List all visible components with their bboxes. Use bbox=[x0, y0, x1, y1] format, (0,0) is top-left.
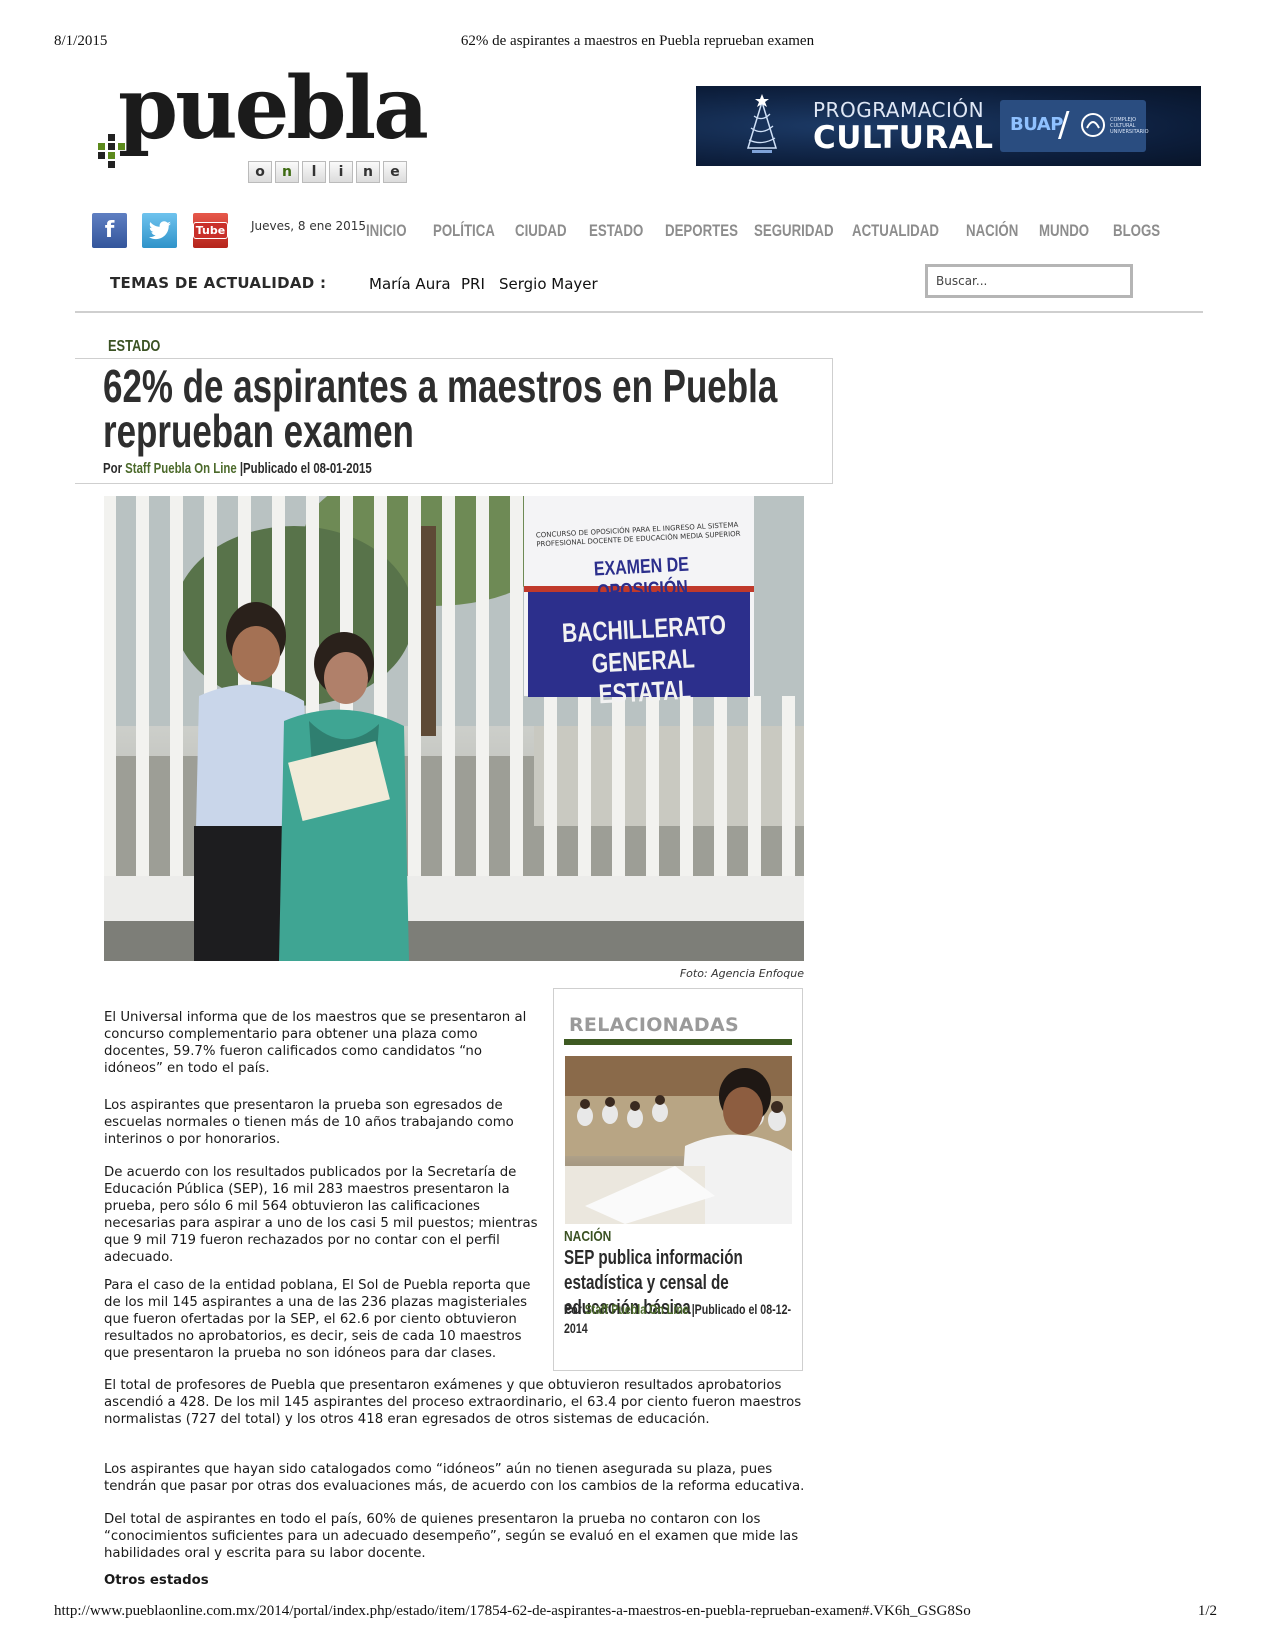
article-subheading: Otros estados bbox=[104, 1573, 209, 1588]
nav-item-politica[interactable]: POLÍTICA bbox=[433, 221, 495, 241]
article-paragraph: Del total de aspirantes en todo el país,… bbox=[104, 1512, 799, 1561]
article-byline: Por Staff Puebla On Line |Publicado el 0… bbox=[103, 460, 372, 477]
nav-item-inicio[interactable]: INICIO bbox=[366, 221, 407, 241]
print-url: http://www.pueblaonline.com.mx/2014/port… bbox=[54, 1603, 971, 1619]
related-author[interactable]: Staff Puebla On Line bbox=[585, 1301, 689, 1317]
logo-online-tabs: o n l i n e bbox=[248, 161, 407, 183]
related-divider bbox=[564, 1039, 792, 1045]
buap-slash: / bbox=[1058, 105, 1070, 145]
tema-link[interactable]: María Aura bbox=[369, 275, 451, 293]
logo-letter: i bbox=[329, 161, 353, 183]
logo-letter: n bbox=[356, 161, 380, 183]
nav-item-mundo[interactable]: MUNDO bbox=[1039, 221, 1089, 241]
buap-small-text: COMPLEJO CULTURAL UNIVERSITARIO bbox=[1110, 117, 1149, 135]
banner-line-1: PROGRAMACIÓN bbox=[813, 98, 985, 122]
print-title: 62% de aspirantes a maestros en Puebla r… bbox=[460, 33, 815, 49]
print-page-number: 1/2 bbox=[1197, 1603, 1217, 1619]
nav-item-nacion[interactable]: NACIÓN bbox=[966, 221, 1018, 241]
article-title: 62% de aspirantes a maestros en Puebla r… bbox=[103, 360, 778, 457]
nav-item-blogs[interactable]: BLOGS bbox=[1113, 221, 1160, 241]
related-byline: Por Staff Puebla On Line |Publicado el 0… bbox=[564, 1300, 792, 1338]
logo-letter: o bbox=[248, 161, 272, 183]
search-input[interactable]: Buscar... bbox=[925, 264, 1133, 298]
article-paragraph: Los aspirantes que presentaron la prueba… bbox=[104, 1098, 514, 1147]
related-byline-prefix: Por bbox=[564, 1301, 585, 1317]
tema-link[interactable]: PRI bbox=[461, 275, 485, 293]
article-paragraph: Los aspirantes que hayan sido catalogado… bbox=[104, 1462, 805, 1494]
related-photo-scene bbox=[565, 1056, 792, 1224]
byline-date: |Publicado el 08-01-2015 bbox=[239, 460, 372, 477]
photo-caption: Foto: Agencia Enfoque bbox=[679, 967, 804, 980]
banner-line-2: CULTURAL bbox=[813, 120, 994, 156]
tema-link[interactable]: Sergio Mayer bbox=[499, 275, 598, 293]
header-divider bbox=[75, 311, 1203, 313]
banner-ad[interactable]: PROGRAMACIÓN CULTURAL BUAP / COMPLEJO CU… bbox=[696, 86, 1201, 166]
article-section[interactable]: ESTADO bbox=[108, 338, 160, 356]
buap-text: BUAP bbox=[1010, 114, 1063, 135]
nav-item-actualidad[interactable]: ACTUALIDAD bbox=[852, 221, 939, 241]
sign-title: EXAMEN DE OPOSICIÓN bbox=[593, 553, 690, 604]
byline-author[interactable]: Staff Puebla On Line bbox=[125, 460, 236, 477]
sign-banner-line-2: GENERAL ESTATAL bbox=[590, 643, 696, 710]
related-box: RELACIONADAS NACIÓN SEP publica informac… bbox=[553, 988, 803, 1371]
related-title: RELACIONADAS bbox=[569, 1014, 739, 1036]
nav-item-deportes[interactable]: DEPORTES bbox=[665, 221, 738, 241]
related-section[interactable]: NACIÓN bbox=[564, 1228, 611, 1245]
nav-item-estado[interactable]: ESTADO bbox=[589, 221, 643, 241]
site-logo[interactable]: puebla o n l i n e bbox=[98, 66, 438, 192]
article-paragraph: El total de profesores de Puebla que pre… bbox=[104, 1378, 802, 1427]
christmas-tree-icon bbox=[746, 94, 778, 153]
buap-logo: BUAP / COMPLEJO CULTURAL UNIVERSITARIO bbox=[1000, 100, 1149, 152]
logo-letter: n bbox=[275, 161, 299, 183]
article-paragraph: De acuerdo con los resultados publicados… bbox=[104, 1165, 538, 1265]
logo-letter: e bbox=[383, 161, 407, 183]
article-photo: CONCURSO DE OPOSICIÓN PARA EL INGRESO AL… bbox=[104, 496, 804, 961]
article-paragraph: El Universal informa que de los maestros… bbox=[104, 1010, 527, 1076]
byline-prefix: Por bbox=[103, 460, 126, 477]
nav-item-seguridad[interactable]: SEGURIDAD bbox=[754, 221, 834, 241]
nav-item-ciudad[interactable]: CIUDAD bbox=[515, 221, 567, 241]
article-paragraph: Para el caso de la entidad poblana, El S… bbox=[104, 1278, 531, 1361]
ccu-logo-icon bbox=[1081, 113, 1105, 137]
temas-label: TEMAS DE ACTUALIDAD : bbox=[110, 274, 327, 292]
logo-wordmark: puebla bbox=[118, 58, 429, 159]
related-photo[interactable] bbox=[565, 1056, 792, 1224]
main-nav: INICIO POLÍTICA CIUDAD ESTADO DEPORTES S… bbox=[0, 221, 1275, 245]
logo-letter: l bbox=[302, 161, 326, 183]
